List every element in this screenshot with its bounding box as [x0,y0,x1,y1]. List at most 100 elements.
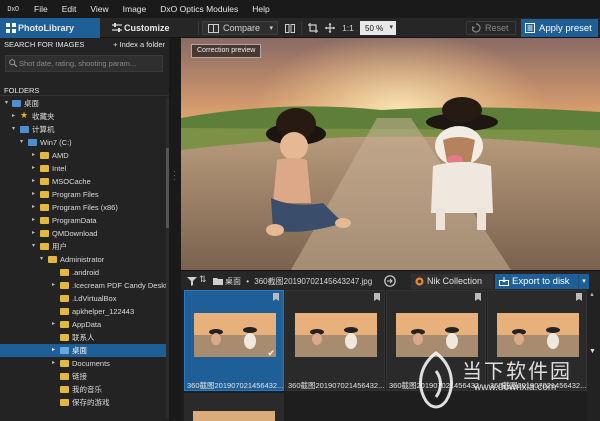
tab-customize-label: Customize [124,23,170,33]
tree-item-folder[interactable]: ▸ ProgramData [0,214,169,227]
desktop-icon [60,347,69,354]
correction-preview-badge: Correction preview [191,44,262,58]
info-icon[interactable] [384,275,396,287]
sliders-icon [112,23,122,32]
folder-icon [213,278,223,285]
thumbnail-caption: 360截图201907021456432... [187,381,283,390]
tree-item-folder[interactable]: 保存的游戏 [0,396,169,409]
panel-divider[interactable]: · · · [169,38,181,421]
folder-icon [60,334,69,341]
thumbnail-item[interactable]: 360截图201907021456432... [285,290,385,391]
crop-button[interactable] [306,21,320,35]
app-logo: DxO [7,5,19,13]
computer-icon [20,126,29,133]
folder-icon [40,230,49,237]
reset-button[interactable]: Reset [466,21,516,35]
move-icon [325,23,335,33]
folder-icon [40,217,49,224]
tree-item-folder[interactable]: ▸ Documents [0,357,169,370]
move-button[interactable] [323,21,337,35]
nik-collection-button[interactable]: Nik Collection [411,274,493,289]
preview-photo [181,38,600,270]
tree-item-computer[interactable]: ▾ 计算机 [0,123,169,136]
tab-customize[interactable]: Customize [100,18,196,38]
crop-icon [308,23,318,33]
camera-icon [374,293,380,301]
folder-icon [60,373,69,380]
tree-item-folder[interactable]: ▸ QMDownload [0,227,169,240]
nik-icon [415,277,424,286]
tree-item-folder[interactable]: ▸ Intel [0,162,169,175]
scroll-up-icon[interactable]: ▲ [589,292,595,298]
tab-photolibrary[interactable]: PhotoLibrary [0,18,100,38]
tree-item-folder[interactable]: ▸ Program Files [0,188,169,201]
grid-icon [6,23,16,33]
folder-icon [60,321,69,328]
apply-preset-label: Apply preset [539,22,592,34]
folder-icon [60,399,69,406]
camera-icon [475,293,481,301]
zoom-one-to-one-button[interactable]: 1:1 [340,21,356,35]
search-input[interactable]: Shot date, rating, shooting param... [5,55,163,72]
folder-icon [48,256,57,263]
apply-preset-button[interactable]: Apply preset [521,19,598,37]
thumbnail-image [194,313,276,357]
tree-item-folder[interactable]: ▸ AppData [0,318,169,331]
folder-icon [40,243,49,250]
tree-item-folder[interactable]: ▸ MSOCache [0,175,169,188]
zoom-value: 50 % [365,23,384,33]
tree-item-folder[interactable]: ▾ Administrator [0,253,169,266]
menu-file[interactable]: File [34,4,48,14]
tree-item-folder[interactable]: ▸ Program Files (x86) [0,201,169,214]
tree-item-folder[interactable]: ▸ .Icecream PDF Candy Deskto [0,279,169,292]
folders-header: FOLDERS [0,85,169,96]
tree-item-folder[interactable]: 联系人 [0,331,169,344]
zoom-select[interactable]: 50 % ▾ [360,21,396,35]
folder-icon [60,386,69,393]
folder-icon [60,295,69,302]
menu-edit[interactable]: Edit [62,4,77,14]
tree-item-folder[interactable]: 我的音乐 [0,383,169,396]
tree-item-folder[interactable]: 链接 [0,370,169,383]
split-view-button[interactable] [283,21,297,35]
index-folder-link[interactable]: + Index a folder [113,39,165,50]
tree-item-folder[interactable]: ▾ 用户 [0,240,169,253]
tree-item-folder[interactable]: apkhelper_122443 [0,305,169,318]
desktop-icon [12,100,21,107]
thumbnail-image [295,313,377,357]
menu-image[interactable]: Image [123,4,147,14]
tree-item-folder[interactable]: .LdVirtualBox [0,292,169,305]
filter-icon[interactable] [187,276,197,286]
menu-view[interactable]: View [90,4,108,14]
image-preview[interactable]: Correction preview [181,38,600,270]
drag-handle-icon[interactable]: · · · [173,168,176,184]
thumbnail-caption: 360截图201907021456432... [288,381,384,390]
preset-icon [525,23,535,33]
folder-icon [40,165,49,172]
folder-icon [60,308,69,315]
search-placeholder: Shot date, rating, shooting param... [19,59,137,68]
tree-item-folder[interactable]: ▸ AMD [0,149,169,162]
thumbnail-item-selected[interactable]: ✔ 360截图201907021456432... [184,290,284,391]
menu-help[interactable]: Help [252,4,269,14]
toolbar-divider [301,21,302,35]
split-view-icon [285,23,295,33]
chevron-down-icon[interactable]: ▾ [578,274,589,289]
sort-icon[interactable]: ⇅ [199,274,207,285]
tab-photolibrary-label: PhotoLibrary [18,23,75,33]
tree-item-folder[interactable]: .android [0,266,169,279]
compare-button[interactable]: Compare ▾ [202,21,278,35]
tree-item-favorites[interactable]: ▸ ★ 收藏夹 [0,110,169,123]
tree-item-win7[interactable]: ▾ Win7 (C:) [0,136,169,149]
thumbnail-item-partial[interactable] [184,393,284,421]
menu-dxo-optics-modules[interactable]: DxO Optics Modules [160,4,238,14]
tree-item-desktop[interactable]: ▾ 桌面 [0,97,169,110]
reset-icon [471,23,481,33]
folder-icon [60,282,69,289]
drive-icon [28,139,37,146]
toolbar: PhotoLibrary Customize Compare ▾ 1:1 50 … [0,18,600,38]
menu-bar: DxO File Edit View Image DxO Optics Modu… [0,0,600,18]
tree-item-desktop-selected[interactable]: ▸ 桌面 [0,344,169,357]
export-to-disk-button[interactable]: Export to disk ▾ [495,274,589,289]
thumbnail-image [193,411,275,421]
